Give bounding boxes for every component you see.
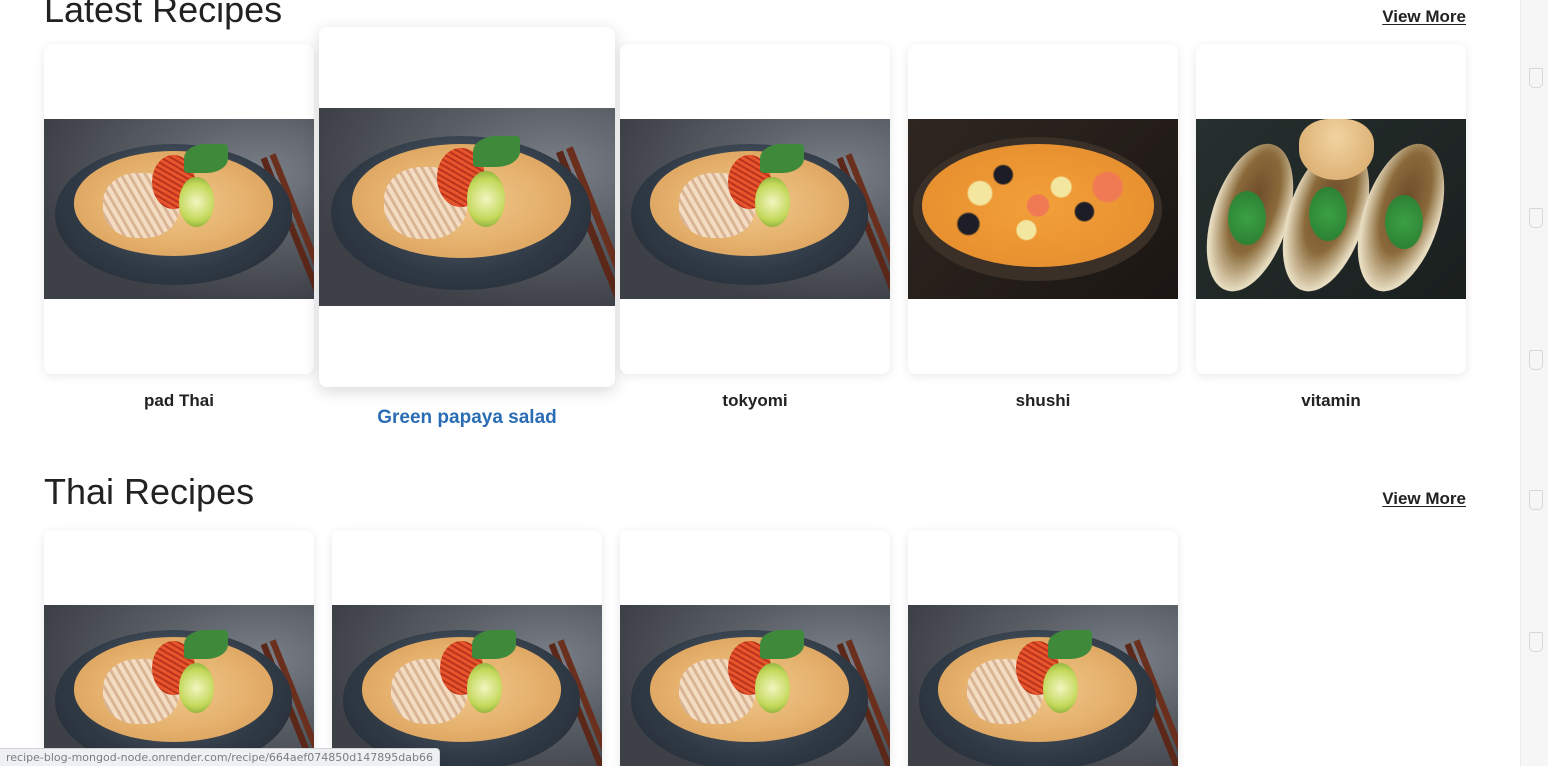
browser-status-url: recipe-blog-mongod-node.onrender.com/rec… xyxy=(0,748,440,766)
thai-recipe-image xyxy=(44,605,314,766)
recipe-card-label[interactable]: pad Thai xyxy=(44,391,314,411)
cup-icon xyxy=(1529,208,1543,228)
cup-icon xyxy=(1529,350,1543,370)
recipe-card-label[interactable]: vitamin xyxy=(1196,391,1466,411)
green-papaya-salad-image xyxy=(319,108,615,306)
vitamin-image xyxy=(1196,119,1466,299)
thai-recipe-card[interactable] xyxy=(332,530,602,766)
thai-recipes-title: Thai Recipes xyxy=(44,471,255,512)
page: Latest Recipes View More pad Thai Green … xyxy=(0,0,1520,766)
recipe-card-label[interactable]: shushi xyxy=(908,391,1178,411)
cup-icon xyxy=(1529,68,1543,88)
thai-recipe-image xyxy=(908,605,1178,766)
cup-icon xyxy=(1529,632,1543,652)
latest-recipes-title: Latest Recipes xyxy=(44,0,283,30)
recipe-card-tokyomi[interactable] xyxy=(620,44,890,374)
latest-recipes-header: Latest Recipes View More xyxy=(44,0,1466,32)
tokyomi-image xyxy=(620,119,890,299)
latest-view-more-link[interactable]: View More xyxy=(1382,7,1466,27)
recipe-card-label-hovered[interactable]: Green papaya salad xyxy=(332,407,602,429)
recipe-card-label[interactable]: tokyomi xyxy=(620,391,890,411)
recipe-card-green-papaya-salad[interactable] xyxy=(319,27,615,387)
thai-recipe-card[interactable] xyxy=(908,530,1178,766)
thai-recipe-card[interactable] xyxy=(44,530,314,766)
recipe-card-shushi[interactable] xyxy=(908,44,1178,374)
thai-recipe-card[interactable] xyxy=(620,530,890,766)
thai-recipe-image xyxy=(332,605,602,766)
thai-recipes-header: Thai Recipes View More xyxy=(44,470,1466,514)
thai-recipe-image xyxy=(620,605,890,766)
recipe-card-pad-thai[interactable] xyxy=(44,44,314,374)
side-pattern-strip xyxy=(1520,0,1548,766)
cup-icon xyxy=(1529,490,1543,510)
recipe-card-vitamin[interactable] xyxy=(1196,44,1466,374)
shushi-image xyxy=(908,119,1178,299)
thai-view-more-link[interactable]: View More xyxy=(1382,489,1466,509)
pad-thai-image xyxy=(44,119,314,299)
